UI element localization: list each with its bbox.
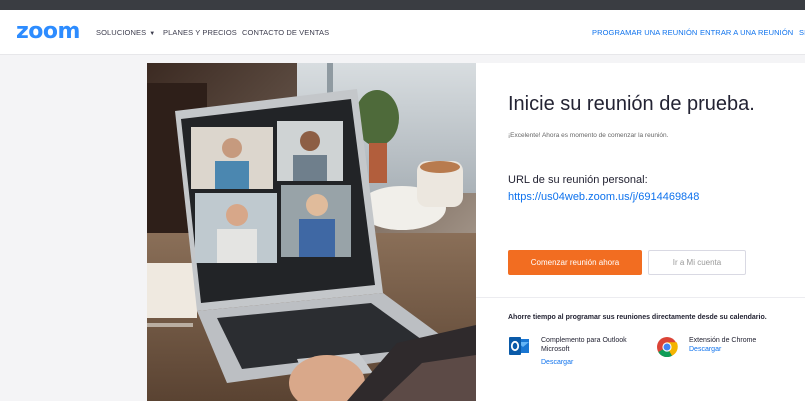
- nav-contacto[interactable]: CONTACTO DE VENTAS: [242, 28, 329, 37]
- outlook-name-line1: Complemento para Outlook: [541, 337, 627, 344]
- divider: [476, 297, 805, 298]
- nav-soluciones-label: SOLUCIONES: [96, 28, 147, 37]
- browser-top-bar: [0, 0, 805, 10]
- outlook-name-line2: Microsoft: [541, 346, 570, 353]
- nav-programar[interactable]: PROGRAMAR UNA REUNIÓN: [592, 28, 697, 37]
- outlook-download-link[interactable]: Descargar: [541, 359, 573, 366]
- url-label: URL de su reunión personal:: [508, 174, 648, 186]
- outlook-extension-name: Complemento para Outlook Microsoft: [541, 336, 627, 354]
- chrome-icon: [656, 336, 678, 358]
- zoom-logo[interactable]: zoom: [16, 19, 80, 44]
- nav-cut[interactable]: SI: [799, 28, 805, 37]
- nav-soluciones[interactable]: SOLUCIONES ▼: [96, 28, 155, 37]
- personal-meeting-url-link[interactable]: https://us04web.zoom.us/j/6914469848: [508, 191, 699, 203]
- site-header: zoom SOLUCIONES ▼ PLANES Y PRECIOS CONTAC…: [0, 10, 805, 55]
- nav-entrar[interactable]: ENTRAR A UNA REUNIÓN: [700, 28, 793, 37]
- subtitle: ¡Excelente! Ahora es momento de comenzar…: [508, 132, 669, 139]
- chrome-download-link[interactable]: Descargar: [689, 346, 721, 353]
- my-account-button[interactable]: Ir a Mi cuenta: [648, 250, 746, 275]
- caret-down-icon: ▼: [149, 31, 156, 37]
- page-title: Inicie su reunión de prueba.: [508, 93, 755, 115]
- outlook-icon: [508, 335, 530, 357]
- calendar-tip: Ahorre tiempo al programar sus reuniones…: [508, 314, 767, 321]
- start-meeting-button[interactable]: Comenzar reunión ahora: [508, 250, 642, 275]
- nav-planes[interactable]: PLANES Y PRECIOS: [163, 28, 237, 37]
- laptop-video-call-illustration: [147, 63, 476, 401]
- chrome-extension-name: Extensión de Chrome: [689, 337, 757, 344]
- hero-photo: [147, 63, 476, 401]
